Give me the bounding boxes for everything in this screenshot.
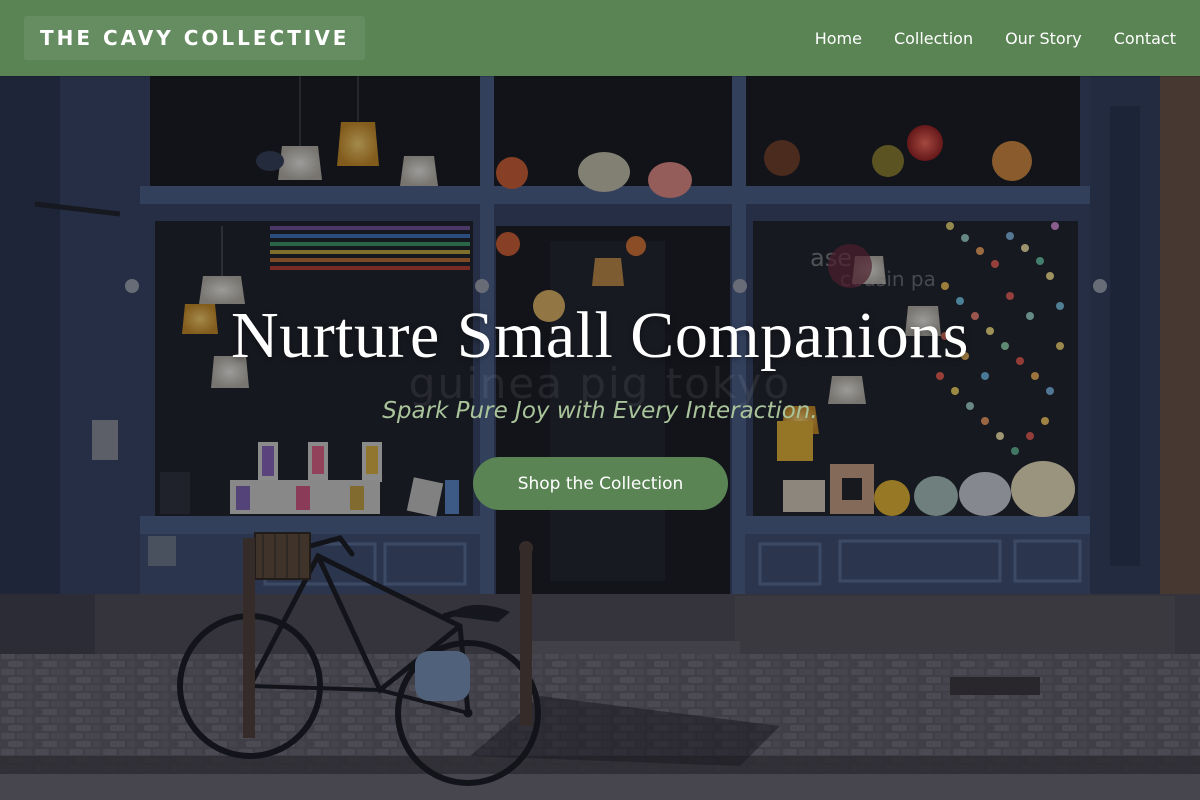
hero-section: ase cousin pa	[0, 76, 1200, 800]
nav-link-home[interactable]: Home	[815, 29, 862, 48]
hero-subtitle: Spark Pure Joy with Every Interaction.	[382, 398, 818, 424]
hero-title: Nurture Small Companions	[231, 299, 969, 372]
nav-link-collection[interactable]: Collection	[894, 29, 973, 48]
site-header: THE CAVY COLLECTIVE Home Collection Our …	[0, 0, 1200, 76]
main-nav: Home Collection Our Story Contact	[815, 29, 1176, 48]
nav-link-our-story[interactable]: Our Story	[1005, 29, 1082, 48]
site-logo[interactable]: THE CAVY COLLECTIVE	[24, 16, 366, 60]
nav-link-contact[interactable]: Contact	[1114, 29, 1176, 48]
hero-content: Nurture Small Companions Spark Pure Joy …	[0, 76, 1200, 800]
shop-collection-button[interactable]: Shop the Collection	[473, 457, 728, 510]
